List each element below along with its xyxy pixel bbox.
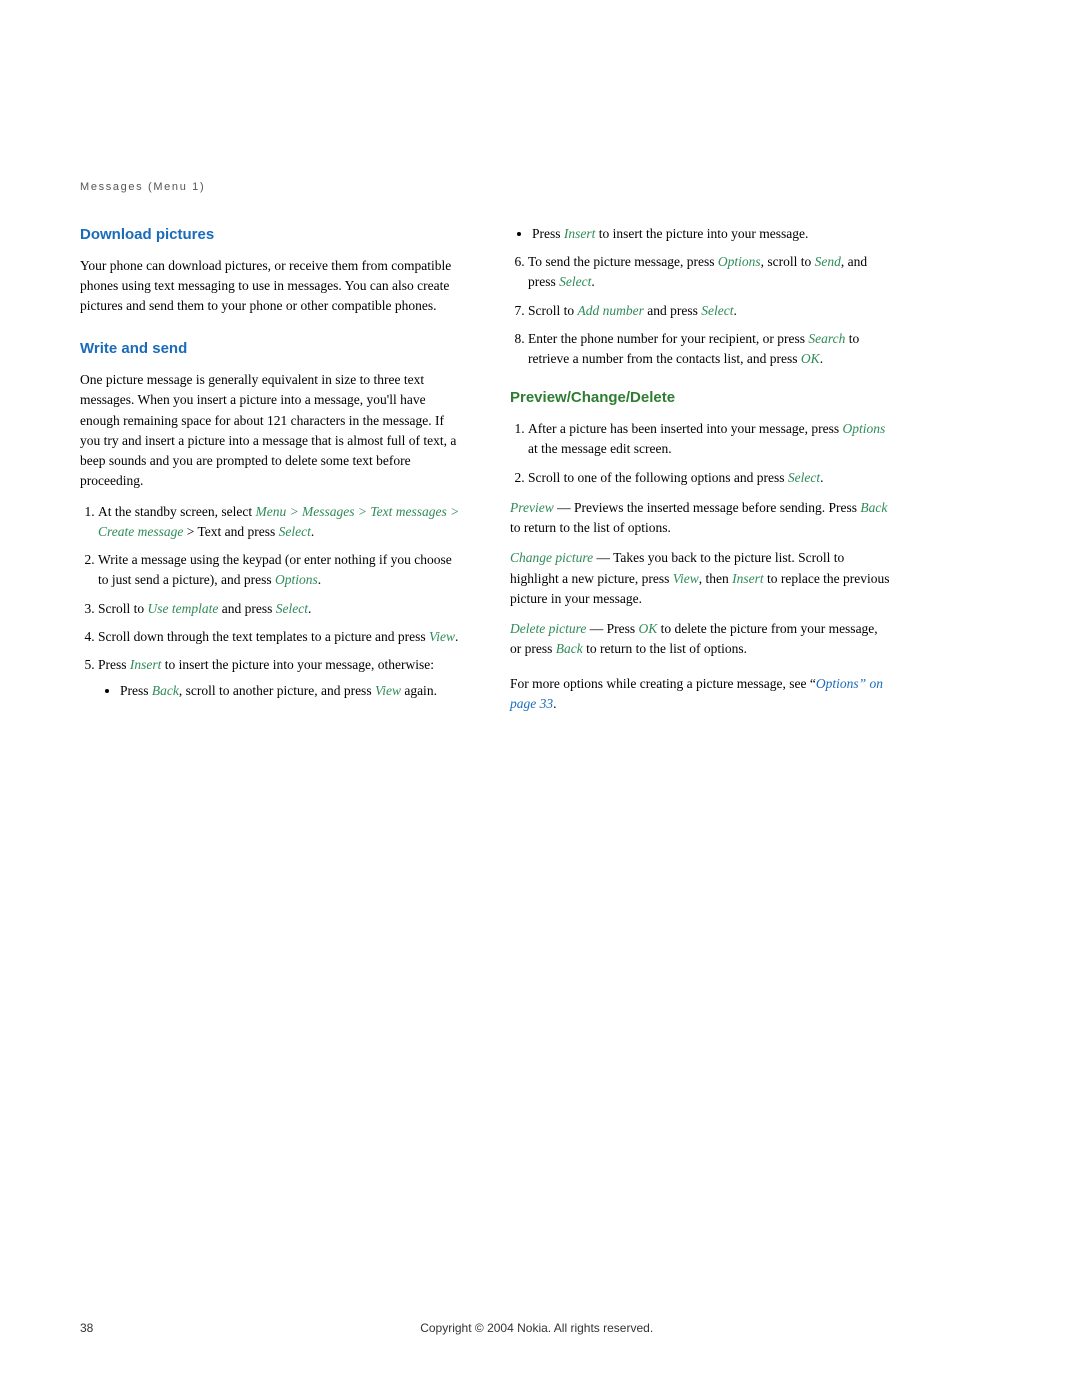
page-number: 38	[80, 1320, 93, 1337]
step-6: To send the picture message, press Optio…	[528, 252, 890, 293]
page-footer: 38 Copyright © 2004 Nokia. All rights re…	[80, 1320, 1000, 1337]
download-pictures-body: Your phone can download pictures, or rec…	[80, 256, 460, 317]
preview-steps: After a picture has been inserted into y…	[510, 419, 890, 488]
step-5-subitem-1: Press Back, scroll to another picture, a…	[120, 681, 460, 701]
right-col-top: Press Insert to insert the picture into …	[510, 224, 890, 370]
write-and-send-steps: At the standby screen, select Menu > Mes…	[80, 502, 460, 702]
continued-steps: To send the picture message, press Optio…	[510, 252, 890, 369]
step-3: Scroll to Use template and press Select.	[98, 599, 460, 619]
step-5-subitems: Press Back, scroll to another picture, a…	[98, 681, 460, 701]
option-preview: Preview — Previews the inserted message …	[510, 498, 890, 539]
step-5: Press Insert to insert the picture into …	[98, 655, 460, 702]
step-7: Scroll to Add number and press Select.	[528, 301, 890, 321]
download-pictures-section: Download pictures Your phone can downloa…	[80, 224, 460, 317]
page: Messages (Menu 1) Download pictures Your…	[0, 0, 1080, 1397]
preview-step-2: Scroll to one of the following options a…	[528, 468, 890, 488]
write-and-send-intro: One picture message is generally equival…	[80, 370, 460, 492]
copyright-text: Copyright © 2004 Nokia. All rights reser…	[420, 1320, 653, 1337]
write-and-send-section: Write and send One picture message is ge…	[80, 338, 460, 701]
preview-change-delete-section: Preview/Change/Delete After a picture ha…	[510, 387, 890, 714]
more-options-paragraph: For more options while creating a pictur…	[510, 674, 890, 715]
right-column: Press Insert to insert the picture into …	[510, 224, 890, 724]
download-pictures-title: Download pictures	[80, 224, 460, 246]
preview-step-1: After a picture has been inserted into y…	[528, 419, 890, 460]
left-column: Download pictures Your phone can downloa…	[80, 224, 460, 724]
preview-change-delete-title: Preview/Change/Delete	[510, 387, 890, 409]
breadcrumb: Messages (Menu 1)	[80, 180, 1000, 196]
step-8: Enter the phone number for your recipien…	[528, 329, 890, 370]
option-change-picture: Change picture — Takes you back to the p…	[510, 548, 890, 609]
two-column-layout: Download pictures Your phone can downloa…	[80, 224, 1000, 724]
right-top-subitems: Press Insert to insert the picture into …	[510, 224, 890, 244]
option-delete-picture: Delete picture — Press OK to delete the …	[510, 619, 890, 660]
step-2: Write a message using the keypad (or ent…	[98, 550, 460, 591]
step-4: Scroll down through the text templates t…	[98, 627, 460, 647]
write-and-send-title: Write and send	[80, 338, 460, 360]
step-1: At the standby screen, select Menu > Mes…	[98, 502, 460, 543]
right-subitem-insert: Press Insert to insert the picture into …	[532, 224, 890, 244]
